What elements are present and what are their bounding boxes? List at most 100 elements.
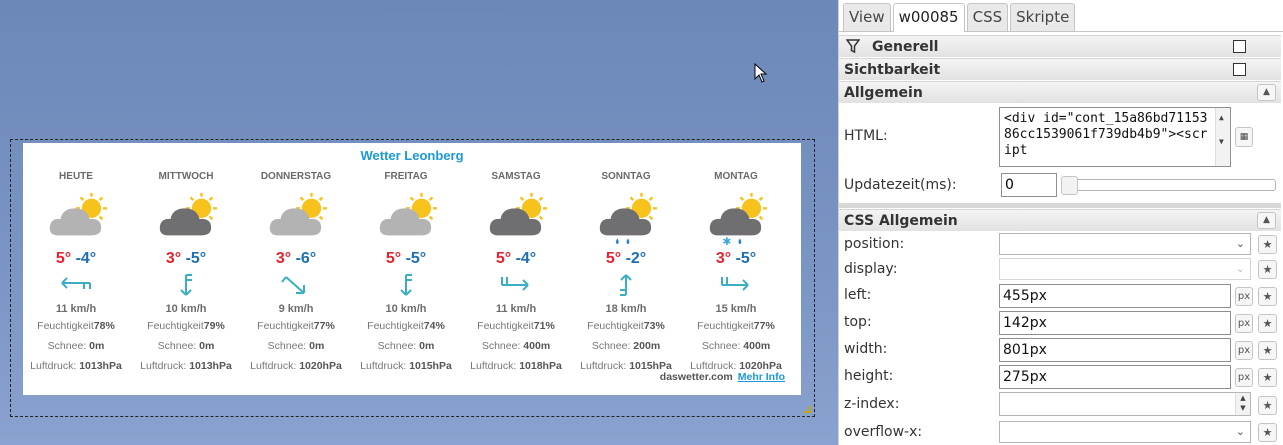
css-overflow-x-select[interactable]: ⌄ xyxy=(999,421,1251,443)
pressure-row: Luftdruck: 1013hPa xyxy=(131,356,241,376)
sichtbarkeit-checkbox[interactable] xyxy=(1233,63,1246,76)
zindex-spinner[interactable]: ▲ ▼ xyxy=(1235,393,1250,415)
css-zindex-input[interactable]: ▲ ▼ xyxy=(999,392,1251,416)
humidity-label: Feuchtigkeit xyxy=(477,320,534,332)
cloudy-sun-icon xyxy=(159,192,217,236)
weather-widget[interactable]: Wetter Leonberg HEUTE 5° -4° 11 km/h Feucht… xyxy=(23,143,801,395)
section-allgemein[interactable]: Allgemein ▲ xyxy=(839,81,1281,103)
css-zindex-label: z-index: xyxy=(844,396,900,412)
star-position-button[interactable]: ★ xyxy=(1258,235,1277,254)
update-interval-input[interactable]: 0 xyxy=(1001,173,1057,197)
html-scrollbar[interactable]: ▲ ▼ xyxy=(1215,108,1230,166)
section-generell[interactable]: Generell xyxy=(839,35,1281,57)
tab-css[interactable]: CSS xyxy=(966,3,1009,31)
section-sichtbarkeit-label: Sichtbarkeit xyxy=(844,62,941,78)
css-position-select[interactable]: ⌄ xyxy=(999,233,1251,255)
pressure-row: Luftdruck: 1015hPa xyxy=(351,356,461,376)
resize-handle[interactable] xyxy=(804,406,811,413)
humidity-label: Feuchtigkeit xyxy=(257,320,314,332)
section-divider xyxy=(839,203,1281,208)
css-position-label: position: xyxy=(844,236,905,252)
star-left-button[interactable]: ★ xyxy=(1258,287,1277,306)
partly-cloudy-icon xyxy=(49,192,107,236)
update-interval-slider[interactable] xyxy=(1061,176,1276,195)
cloudy-sun-icon xyxy=(489,192,547,236)
snow-row: Schnee: 0m xyxy=(21,336,131,356)
star-height-button[interactable]: ★ xyxy=(1258,368,1277,387)
wind-arrow-east-icon xyxy=(501,277,529,291)
humidity-label: Feuchtigkeit xyxy=(697,320,754,332)
day-name: FREITAG xyxy=(384,171,428,182)
forecast-day: DONNERSTAG 3° -6° 9 km/h Feuchtigkeit77% Sch… xyxy=(241,170,351,372)
tab-widget[interactable]: w00085 xyxy=(892,3,965,32)
humidity-row: Feuchtigkeit71% xyxy=(461,316,571,336)
collapse-css-button[interactable]: ▲ xyxy=(1257,212,1276,229)
wind-speed: 10 km/h xyxy=(165,303,207,315)
snow-row: Schnee: 0m xyxy=(241,336,351,356)
css-width-input[interactable]: 801px xyxy=(999,338,1231,362)
snow-label: Schnee: xyxy=(481,340,521,352)
px-top-button[interactable]: px xyxy=(1235,314,1253,333)
day-temperatures: 5° -5° xyxy=(351,249,461,269)
star-overflow-x-button[interactable]: ★ xyxy=(1258,423,1277,442)
pressure-row: Luftdruck: 1013hPa xyxy=(21,356,131,376)
temp-min: -2° xyxy=(625,250,647,267)
humidity-row: Feuchtigkeit77% xyxy=(241,316,351,336)
edit-html-button[interactable]: ▦ xyxy=(1235,127,1253,147)
star-zindex-button[interactable]: ★ xyxy=(1258,396,1277,415)
pressure-value: 1020hPa xyxy=(299,360,342,372)
snow-row: Schnee: 400m xyxy=(461,336,571,356)
generell-checkbox[interactable] xyxy=(1233,40,1246,53)
css-top-label: top: xyxy=(844,314,872,330)
section-css-allgemein[interactable]: CSS Allgemein ▲ xyxy=(839,209,1281,231)
pressure-value: 1015hPa xyxy=(409,360,452,372)
chevron-down-icon: ⌄ xyxy=(1235,237,1245,250)
px-left-button[interactable]: px xyxy=(1235,287,1253,306)
filter-icon xyxy=(846,39,860,54)
pressure-label: Luftdruck: xyxy=(250,360,297,372)
humidity-row: Feuchtigkeit78% xyxy=(21,316,131,336)
update-label: Updatezeit(ms): xyxy=(844,177,957,193)
partly-cloudy-icon xyxy=(379,192,437,236)
forecast-day: SONNTAG 5° -2° 18 km/h Feuchtigkeit73% Schne… xyxy=(571,170,681,372)
section-sichtbarkeit[interactable]: Sichtbarkeit xyxy=(839,58,1281,80)
sleet-icon: ✱ xyxy=(709,192,767,247)
px-height-button[interactable]: px xyxy=(1235,368,1253,387)
css-width-label: width: xyxy=(844,341,888,357)
more-info-link[interactable]: Mehr Info xyxy=(738,371,785,383)
star-top-button[interactable]: ★ xyxy=(1258,314,1277,333)
star-width-button[interactable]: ★ xyxy=(1258,341,1277,360)
wind-speed: 11 km/h xyxy=(55,303,97,315)
day-name: SAMSTAG xyxy=(491,171,541,182)
humidity-value: 78% xyxy=(93,320,115,332)
html-textarea[interactable]: <div id="cont_15a86bd7115386cc1539061f73… xyxy=(999,107,1231,167)
snow-row: Schnee: 0m xyxy=(351,336,461,356)
temp-max: 5° xyxy=(495,250,512,267)
snow-row: Schnee: 200m xyxy=(571,336,681,356)
editor-canvas[interactable]: Wetter Leonberg HEUTE 5° -4° 11 km/h Feucht… xyxy=(0,0,838,445)
wind-arrow-south-icon xyxy=(180,274,192,296)
slider-handle[interactable] xyxy=(1061,176,1078,195)
star-display-button[interactable]: ★ xyxy=(1258,260,1277,279)
forecast-day: MITTWOCH 3° -5° 10 km/h Feuchtigkeit79% Schn… xyxy=(131,170,241,372)
collapse-allgemein-button[interactable]: ▲ xyxy=(1257,84,1276,101)
snow-label: Schnee: xyxy=(267,340,307,352)
temp-max: 3° xyxy=(165,250,182,267)
section-generell-label: Generell xyxy=(872,39,939,55)
inspector-panel: View w00085 CSS Skripte Generell Sichtba… xyxy=(838,0,1283,445)
snow-value: 0m xyxy=(89,340,105,352)
forecast-day: SAMSTAG 5° -4° 11 km/h Feuchtigkeit71% Schne… xyxy=(461,170,571,372)
css-left-input[interactable]: 455px xyxy=(999,284,1231,308)
tab-view[interactable]: View xyxy=(843,3,891,31)
tab-skripte[interactable]: Skripte xyxy=(1010,3,1076,31)
wind-arrow-north-icon xyxy=(620,274,632,296)
css-display-select[interactable]: ⌄ xyxy=(999,258,1251,280)
css-top-input[interactable]: 142px xyxy=(999,311,1231,335)
html-label: HTML: xyxy=(844,128,888,144)
humidity-row: Feuchtigkeit74% xyxy=(351,316,461,336)
px-width-button[interactable]: px xyxy=(1235,341,1253,360)
wind-arrow-east-icon xyxy=(721,277,749,291)
css-height-input[interactable]: 275px xyxy=(999,365,1231,389)
day-temperatures: 5° -4° xyxy=(461,249,571,269)
temp-min: -4° xyxy=(75,250,97,267)
